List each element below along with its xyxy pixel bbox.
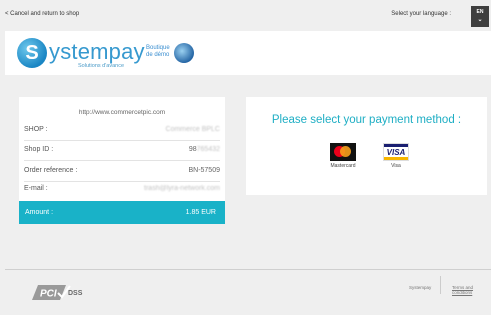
systempay-logo-text: ystempay — [49, 39, 145, 64]
divider — [24, 160, 220, 161]
shop-id-blurred: 765432 — [196, 146, 220, 153]
payment-method-visa[interactable]: VISA Visa — [379, 143, 413, 169]
order-row-label: Shop ID : — [24, 146, 54, 153]
payment-method-label: Visa — [391, 163, 401, 169]
amount-bar: Amount : 1.85 EUR — [19, 201, 225, 224]
visa-brand-text: VISA — [386, 148, 406, 157]
mastercard-icon — [330, 143, 356, 161]
cancel-return-link[interactable]: < Cancel and return to shop — [5, 11, 79, 17]
visa-icon: VISA — [383, 143, 409, 161]
top-bar: < Cancel and return to shop Select your … — [0, 0, 491, 30]
shop-url: http://www.commercetpic.com — [78, 109, 166, 116]
order-row-shop-id: Shop ID : 98765432 — [24, 146, 220, 158]
order-row-label: SHOP : — [24, 126, 48, 133]
order-row-shop: SHOP : Commerce BPLC — [24, 126, 220, 138]
divider — [24, 140, 220, 141]
order-row-value: trash@lyra-network.com — [144, 185, 220, 192]
order-summary-card: http://www.commercetpic.com SHOP : Comme… — [19, 97, 225, 224]
order-row-value: 98765432 — [189, 146, 220, 153]
payment-method-mastercard[interactable]: Mastercard — [326, 143, 360, 169]
amount-label: Amount : — [25, 209, 54, 216]
terms-link[interactable]: Terms and conditions — [452, 285, 491, 295]
shop-id-visible: 98 — [188, 146, 197, 153]
amount-value: 1.85 EUR — [185, 209, 216, 216]
language-code: EN — [476, 9, 484, 15]
shop-name-line1: Boutique — [146, 45, 170, 51]
divider — [24, 181, 220, 182]
order-row-label: Order reference : — [24, 167, 78, 174]
order-row-email: E-mail : trash@lyra-network.com — [24, 185, 220, 197]
order-row-reference: Order reference : BN-57509 — [24, 167, 220, 179]
payment-method-card: Please select your payment method : Mast… — [246, 97, 487, 195]
logo-tagline: Solutions d'avance — [78, 63, 124, 69]
payment-method-label: Mastercard — [330, 163, 356, 169]
footer-brand: Systempay — [409, 285, 432, 290]
systempay-logo-icon: S — [17, 38, 47, 68]
footer-divider — [5, 269, 491, 270]
footer-separator — [440, 276, 441, 294]
pci-dss-logo: PCI DSS — [32, 285, 83, 300]
shop-name: Boutique de démo — [146, 45, 170, 59]
pci-dss-text: DSS — [68, 290, 83, 297]
payment-title: Please select your payment method : — [271, 114, 462, 126]
order-row-value: Commerce BPLC — [165, 126, 220, 133]
chevron-down-icon: ⌄ — [477, 17, 483, 23]
language-label: Select your language : — [391, 11, 451, 17]
svg-text:PCI: PCI — [40, 289, 57, 300]
shop-name-line2: de démo — [146, 52, 170, 58]
header-band: S ystempay Solutions d'avance Boutique d… — [5, 31, 491, 75]
order-row-label: E-mail : — [24, 185, 48, 192]
order-row-value: BN-57509 — [188, 167, 220, 174]
globe-icon — [174, 43, 194, 63]
language-selector[interactable]: EN ⌄ — [471, 6, 489, 27]
